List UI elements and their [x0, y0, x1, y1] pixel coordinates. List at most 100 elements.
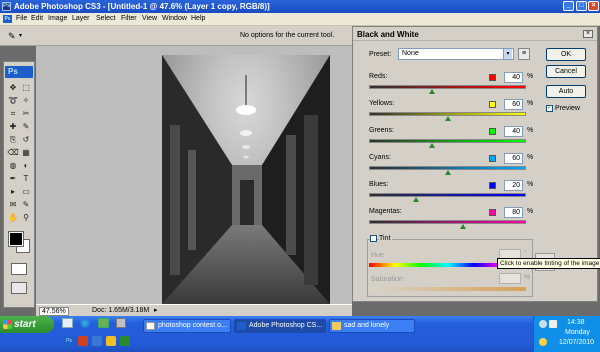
start-button[interactable]: start: [0, 316, 54, 333]
channel-label: Blues:: [369, 181, 389, 188]
folder-quicklaunch-icon[interactable]: [106, 336, 116, 346]
brush-icon[interactable]: ✎: [20, 121, 32, 132]
channel-unit: %: [527, 73, 534, 80]
auto-button[interactable]: Auto: [546, 85, 586, 98]
foreground-color-swatch[interactable]: [8, 231, 24, 247]
magic-wand-icon[interactable]: ✧: [20, 95, 32, 106]
clock-day: Monday: [565, 329, 590, 336]
type-icon[interactable]: T: [20, 173, 32, 184]
document-canvas[interactable]: [162, 55, 330, 304]
slice-icon[interactable]: ✂: [20, 108, 32, 119]
channel-slider-thumb[interactable]: [413, 197, 420, 202]
channel-label: Cyans:: [369, 154, 391, 161]
channel-slider-track[interactable]: [369, 85, 526, 89]
dialog-close-icon[interactable]: ×: [583, 30, 593, 38]
eyedropper-icon[interactable]: ✎: [20, 199, 32, 210]
security-icon[interactable]: [539, 338, 547, 346]
volume-icon[interactable]: [549, 320, 557, 328]
notes-icon[interactable]: ✉: [7, 199, 19, 210]
quicklaunch-tool-icon[interactable]: [116, 318, 126, 328]
channel-value-field[interactable]: 40: [504, 72, 523, 83]
quick-mask-icon[interactable]: [11, 263, 27, 275]
zoom-level[interactable]: 47.56%: [39, 307, 69, 316]
task-label: Adobe Photoshop CS...: [249, 322, 323, 329]
quicklaunch-app-icon[interactable]: [98, 318, 109, 328]
menu-bar: Ps File Edit Image Layer Select Filter V…: [0, 13, 600, 26]
preset-options-icon[interactable]: ≡: [518, 48, 530, 60]
preset-label: Preset:: [369, 51, 392, 58]
crop-icon[interactable]: ⌗: [7, 108, 19, 119]
channel-color-swatch: [489, 155, 496, 162]
channel-value-field[interactable]: 60: [504, 99, 523, 110]
saturation-track[interactable]: [369, 287, 526, 291]
channel-value-field[interactable]: 80: [504, 207, 523, 218]
tint-checkbox[interactable]: [370, 235, 377, 242]
zoom-icon[interactable]: ⚲: [20, 212, 32, 223]
window-title: Adobe Photoshop CS3 - [Untitled-1 @ 47.6…: [14, 2, 270, 11]
word-quicklaunch-icon[interactable]: [92, 336, 102, 346]
channel-slider-track[interactable]: [369, 220, 526, 224]
blur-icon[interactable]: ◍: [7, 160, 19, 171]
tint-tooltip: Click to enable tinting of the image: [497, 258, 600, 269]
channel-slider-thumb[interactable]: [444, 170, 451, 175]
pen-icon[interactable]: ✒: [7, 173, 19, 184]
preview-checkbox[interactable]: ✓: [546, 105, 553, 112]
healing-icon[interactable]: ✚: [7, 121, 19, 132]
screen-mode-icon[interactable]: [11, 282, 27, 294]
network-icon[interactable]: [539, 320, 547, 328]
channel-value-field[interactable]: 20: [504, 180, 523, 191]
preset-chevron-down-icon[interactable]: ▾: [503, 49, 512, 59]
saturation-value-field[interactable]: [499, 273, 521, 284]
app-menu-icon[interactable]: Ps: [3, 15, 12, 23]
channel-slider-thumb[interactable]: [428, 89, 435, 94]
menu-window[interactable]: Window: [162, 15, 187, 22]
show-desktop-icon[interactable]: [62, 318, 73, 328]
channel-slider-track[interactable]: [369, 139, 526, 143]
close-button[interactable]: ×: [588, 1, 599, 11]
channel-slider-thumb[interactable]: [460, 224, 467, 229]
history-brush-icon[interactable]: ↺: [20, 134, 32, 145]
ok-button[interactable]: OK: [546, 48, 586, 61]
ie-icon[interactable]: [80, 318, 90, 328]
status-menu-arrow-icon[interactable]: ▸: [154, 306, 158, 314]
gradient-icon[interactable]: ▦: [20, 147, 32, 158]
menu-select[interactable]: Select: [96, 15, 115, 22]
menu-layer[interactable]: Layer: [72, 15, 90, 22]
marquee-icon[interactable]: ⬚: [20, 82, 32, 93]
channel-slider-thumb[interactable]: [428, 143, 435, 148]
channel-value-field[interactable]: 60: [504, 153, 523, 164]
eraser-icon[interactable]: ⌫: [7, 147, 19, 158]
task-browser[interactable]: photoshop contest o...: [143, 319, 231, 333]
move-icon[interactable]: ✥: [7, 82, 19, 93]
acrobat-quicklaunch-icon[interactable]: [78, 336, 88, 346]
menu-edit[interactable]: Edit: [31, 15, 43, 22]
channel-label: Greens:: [369, 127, 394, 134]
saturation-label: Saturation: [371, 276, 403, 283]
task-photoshop[interactable]: Adobe Photoshop CS...: [234, 319, 326, 333]
eyedropper-icon[interactable]: ✎: [8, 31, 16, 42]
photoshop-quicklaunch-icon[interactable]: Ps: [64, 336, 74, 346]
minimize-button[interactable]: _: [563, 1, 574, 11]
menu-file[interactable]: File: [16, 15, 27, 22]
preset-select[interactable]: None ▾: [398, 48, 514, 60]
system-tray: 14:38 Monday 12/07/2010: [533, 316, 600, 352]
menu-view[interactable]: View: [142, 15, 157, 22]
path-select-icon[interactable]: ▸: [7, 186, 19, 197]
dodge-icon[interactable]: ◐: [20, 160, 32, 171]
channel-value-field[interactable]: 40: [504, 126, 523, 137]
maximize-button[interactable]: □: [576, 1, 587, 11]
excel-quicklaunch-icon[interactable]: [120, 336, 130, 346]
clock-time[interactable]: 14:38: [567, 319, 585, 326]
menu-filter[interactable]: Filter: [121, 15, 137, 22]
task-folder[interactable]: sad and lonely: [329, 319, 415, 333]
menu-help[interactable]: Help: [191, 15, 205, 22]
tool-preset-chevron-down-icon[interactable]: ▾: [19, 32, 22, 39]
hand-icon[interactable]: ✋: [7, 212, 19, 223]
channel-slider-track[interactable]: [369, 193, 526, 197]
menu-image[interactable]: Image: [48, 15, 67, 22]
channel-slider-thumb[interactable]: [444, 116, 451, 121]
lasso-icon[interactable]: ➰: [7, 95, 19, 106]
shape-icon[interactable]: ▭: [20, 186, 32, 197]
clone-stamp-icon[interactable]: ⎘: [7, 134, 19, 145]
cancel-button[interactable]: Cancel: [546, 65, 586, 78]
